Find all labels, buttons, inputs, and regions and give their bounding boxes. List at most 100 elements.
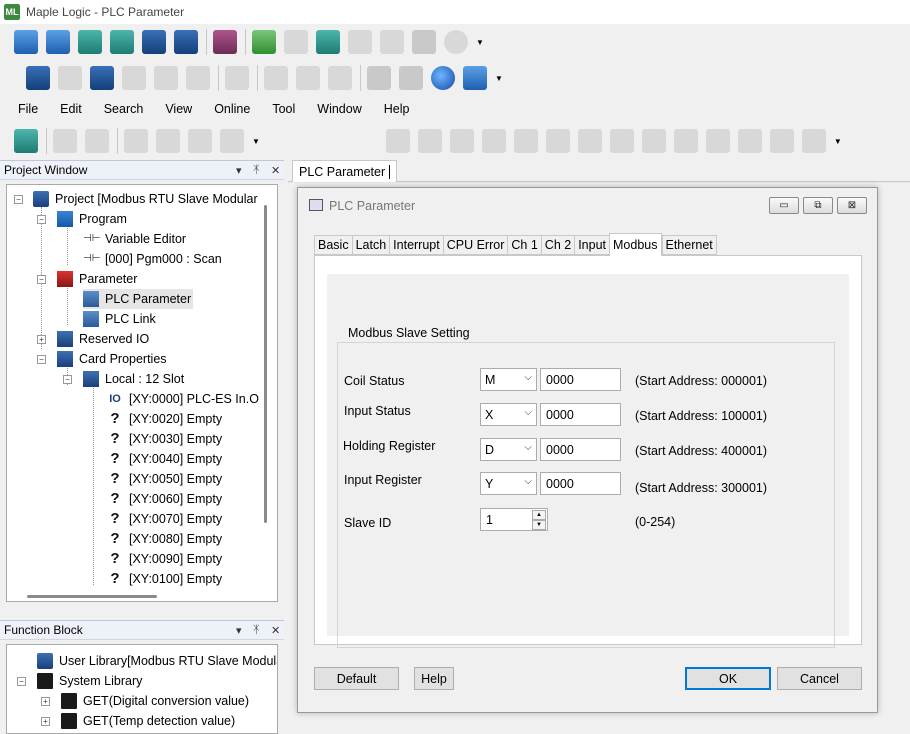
- tree-item-project[interactable]: Project [Modbus RTU Slave Modular: [33, 189, 258, 209]
- tree-item-slot-0100[interactable]: ? [XY:0100] Empty: [107, 569, 222, 589]
- tree-item-slot-0020[interactable]: ? [XY:0020] Empty: [107, 409, 222, 429]
- tree-item-slot-0000[interactable]: IO [XY:0000] PLC-ES In.O: [107, 389, 259, 409]
- transfer-icon[interactable]: [90, 66, 114, 90]
- chart-monitor-icon[interactable]: [463, 66, 487, 90]
- pin-icon[interactable]: ᛡ: [253, 624, 260, 636]
- collapse-icon[interactable]: −: [63, 375, 72, 384]
- ok-button[interactable]: OK: [685, 667, 771, 690]
- grid-icon[interactable]: [213, 30, 237, 54]
- tree-item-slot-0060[interactable]: ? [XY:0060] Empty: [107, 489, 222, 509]
- tree-item-plc-link[interactable]: PLC Link: [83, 309, 156, 329]
- toolbar-dropdown-icon[interactable]: ▼: [495, 74, 503, 83]
- tree-item-slot-0040[interactable]: ? [XY:0040] Empty: [107, 449, 222, 469]
- coil-status-device-select[interactable]: M ⌵: [480, 368, 537, 391]
- menu-edit[interactable]: Edit: [60, 102, 82, 116]
- menu-online[interactable]: Online: [214, 102, 250, 116]
- menu-view[interactable]: View: [165, 102, 192, 116]
- tree-item-get-temp[interactable]: GET(Temp detection value): [61, 711, 235, 731]
- globe-icon[interactable]: [431, 66, 455, 90]
- save-icon[interactable]: [142, 30, 166, 54]
- vertical-scrollbar[interactable]: [264, 205, 267, 523]
- add-program-icon[interactable]: [252, 30, 276, 54]
- tab-modbus[interactable]: Modbus: [609, 233, 662, 256]
- restore-button[interactable]: ⧉: [803, 197, 833, 214]
- minimize-button[interactable]: ▭: [769, 197, 799, 214]
- pane-dropdown-icon[interactable]: ▾: [236, 164, 242, 177]
- tree-item-variable-editor[interactable]: ⊣⊢ Variable Editor: [83, 229, 186, 249]
- spin-down-icon[interactable]: ▼: [532, 520, 546, 530]
- collapse-icon[interactable]: −: [37, 355, 46, 364]
- pause-icon: [328, 66, 352, 90]
- menu-tool[interactable]: Tool: [272, 102, 295, 116]
- toolbar-dropdown-icon[interactable]: ▼: [476, 38, 484, 47]
- info-icon[interactable]: [399, 66, 423, 90]
- tab-input[interactable]: Input: [574, 235, 610, 255]
- new-project-icon[interactable]: [14, 30, 38, 54]
- tree-item-program[interactable]: Program: [57, 209, 127, 229]
- horizontal-scrollbar[interactable]: [27, 595, 157, 598]
- coil-status-address-input[interactable]: 0000: [540, 368, 621, 391]
- default-button[interactable]: Default: [314, 667, 399, 690]
- tree-item-slot-0090[interactable]: ? [XY:0090] Empty: [107, 549, 222, 569]
- print-icon[interactable]: [412, 30, 436, 54]
- tab-ch2[interactable]: Ch 2: [540, 235, 575, 255]
- collapse-icon[interactable]: −: [37, 215, 46, 224]
- tree-item-pgm000[interactable]: ⊣⊢ [000] Pgm000 : Scan: [83, 249, 222, 269]
- holding-register-address-input[interactable]: 0000: [540, 438, 621, 461]
- toolbar-dropdown-icon[interactable]: ▼: [252, 137, 260, 146]
- tree-item-parameter[interactable]: Parameter: [57, 269, 137, 289]
- tree-item-get-digital[interactable]: GET(Digital conversion value): [61, 691, 249, 711]
- pane-dropdown-icon[interactable]: ▾: [236, 624, 242, 637]
- menu-file[interactable]: File: [18, 102, 38, 116]
- slave-id-spinner[interactable]: 1 ▲ ▼: [480, 508, 548, 531]
- tree-item-slot-0080[interactable]: ? [XY:0080] Empty: [107, 529, 222, 549]
- open-project-icon[interactable]: [46, 30, 70, 54]
- tree-item-slot-0070[interactable]: ? [XY:0070] Empty: [107, 509, 222, 529]
- cancel-button[interactable]: Cancel: [777, 667, 862, 690]
- connect-icon[interactable]: [26, 66, 50, 90]
- menu-search[interactable]: Search: [104, 102, 144, 116]
- collapse-icon[interactable]: −: [37, 275, 46, 284]
- close-icon[interactable]: ✕: [271, 164, 280, 177]
- expand-icon[interactable]: +: [41, 697, 50, 706]
- tree-item-reserved-io[interactable]: Reserved IO: [57, 329, 149, 349]
- program-list-icon[interactable]: [316, 30, 340, 54]
- document-icon[interactable]: [78, 30, 102, 54]
- tab-ethernet[interactable]: Ethernet: [661, 235, 717, 255]
- expand-icon[interactable]: +: [41, 717, 50, 726]
- holding-register-device-select[interactable]: D ⌵: [480, 438, 537, 461]
- toolbar-dropdown-icon[interactable]: ▼: [834, 137, 842, 146]
- tab-ch1[interactable]: Ch 1: [507, 235, 541, 255]
- build-icon[interactable]: [14, 129, 38, 153]
- tree-item-local-slot[interactable]: Local : 12 Slot: [83, 369, 184, 389]
- menu-help[interactable]: Help: [384, 102, 410, 116]
- pin-icon[interactable]: ᛡ: [253, 164, 260, 176]
- input-register-device-select[interactable]: Y ⌵: [480, 472, 537, 495]
- help-button[interactable]: Help: [414, 667, 454, 690]
- expand-icon[interactable]: +: [37, 335, 46, 344]
- close-button[interactable]: ⊠: [837, 197, 867, 214]
- import-icon[interactable]: [110, 30, 134, 54]
- save-all-icon[interactable]: [174, 30, 198, 54]
- close-icon[interactable]: ✕: [271, 624, 280, 637]
- tree-item-slot-0030[interactable]: ? [XY:0030] Empty: [107, 429, 222, 449]
- tree-item-system-library[interactable]: System Library: [37, 671, 142, 691]
- input-status-address-input[interactable]: 0000: [540, 403, 621, 426]
- tree-item-card-properties[interactable]: Card Properties: [57, 349, 167, 369]
- help-icon[interactable]: [444, 30, 468, 54]
- collapse-icon[interactable]: −: [14, 195, 23, 204]
- input-register-address-input[interactable]: 0000: [540, 472, 621, 495]
- collapse-icon[interactable]: −: [17, 677, 26, 686]
- tab-basic[interactable]: Basic: [314, 235, 352, 255]
- tab-plc-parameter[interactable]: PLC Parameter: [292, 160, 398, 182]
- menu-window[interactable]: Window: [317, 102, 361, 116]
- lock-icon[interactable]: [367, 66, 391, 90]
- tree-item-plc-parameter[interactable]: PLC Parameter: [83, 289, 194, 309]
- spin-up-icon[interactable]: ▲: [532, 510, 546, 520]
- tab-latch[interactable]: Latch: [351, 235, 390, 255]
- input-status-device-select[interactable]: X ⌵: [480, 403, 537, 426]
- tab-interrupt[interactable]: Interrupt: [389, 235, 443, 255]
- tree-item-user-library[interactable]: User Library[Modbus RTU Slave Modula: [37, 651, 277, 671]
- tab-cpu-error[interactable]: CPU Error: [442, 235, 508, 255]
- tree-item-slot-0050[interactable]: ? [XY:0050] Empty: [107, 469, 222, 489]
